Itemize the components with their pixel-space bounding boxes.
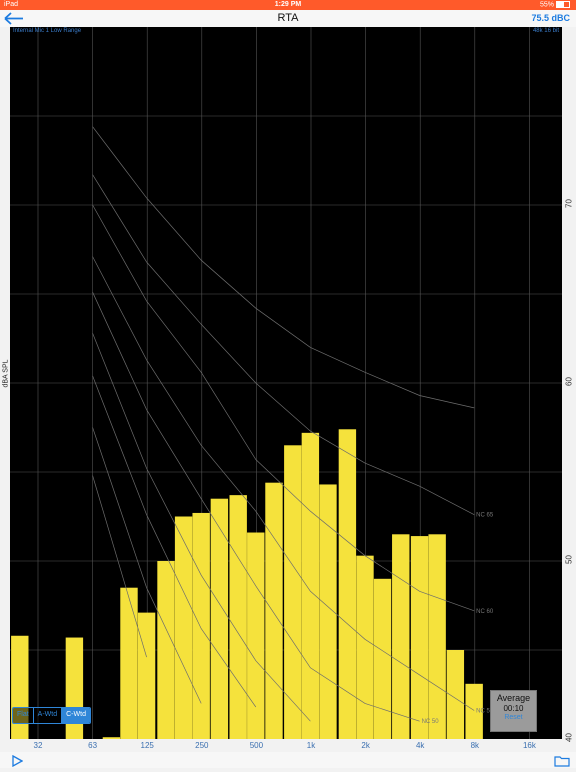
status-bar: iPad 1:29 PM 55% bbox=[0, 0, 576, 10]
weighting-selector[interactable]: Flat A-Wtd C-Wtd bbox=[12, 707, 91, 724]
input-source-label: Internal Mic 1 Low Range bbox=[13, 28, 82, 34]
x-tick-label: 16k bbox=[522, 741, 536, 750]
spectrum-bar bbox=[120, 587, 138, 739]
battery-percent: 55% bbox=[539, 1, 554, 9]
nc-curve-label: NC 60 bbox=[476, 609, 494, 615]
average-reset-button[interactable]: Reset bbox=[491, 714, 536, 721]
weighting-c[interactable]: C-Wtd bbox=[62, 708, 90, 723]
x-tick-label: 500 bbox=[249, 741, 264, 750]
spectrum-bar bbox=[137, 612, 156, 739]
overall-level-readout[interactable]: 75.5 dBC bbox=[531, 13, 570, 23]
average-label: Average bbox=[496, 693, 531, 703]
x-tick-label: 8k bbox=[470, 741, 480, 750]
spectrum-bar bbox=[102, 737, 121, 739]
spectrum-bar bbox=[192, 512, 210, 739]
sample-format-label: 48k 16 bit bbox=[532, 28, 559, 34]
status-time: 1:29 PM bbox=[274, 1, 302, 8]
spectrum-bar bbox=[265, 482, 283, 739]
rta-chart[interactable]: NC 65 NC 60 NC 55 NC 50 Internal Mic 1 Low … bbox=[10, 27, 562, 739]
nc-curve-label: NC 50 bbox=[422, 719, 440, 725]
page-title: RTA bbox=[277, 12, 299, 24]
rta-chart-svg: NC 65NC 60NC 55NC 50 bbox=[10, 27, 562, 739]
navigation-bar: RTA 75.5 dBC bbox=[0, 10, 576, 27]
battery-status: 55% bbox=[540, 1, 570, 8]
spectrum-bar bbox=[301, 432, 320, 739]
spectrum-bar bbox=[210, 498, 229, 739]
x-tick-label: 125 bbox=[140, 741, 154, 750]
average-time: 00:10 bbox=[503, 704, 524, 713]
weighting-a[interactable]: A-Wtd bbox=[33, 708, 63, 723]
x-tick-label: 2k bbox=[361, 741, 370, 750]
spectrum-bar bbox=[373, 578, 392, 739]
spectrum-bar bbox=[338, 429, 357, 739]
spectrum-bar bbox=[428, 534, 446, 739]
spectrum-bar bbox=[410, 536, 429, 739]
spectrum-bar bbox=[356, 555, 374, 739]
x-tick-label: 1k bbox=[306, 741, 316, 750]
nc-curve bbox=[92, 174, 475, 516]
x-tick-label: 63 bbox=[88, 741, 98, 750]
spectrum-bar bbox=[174, 516, 193, 739]
x-tick-label: 32 bbox=[33, 741, 43, 750]
nc-curve bbox=[92, 475, 147, 658]
y-tick-label: 40 bbox=[564, 733, 574, 742]
x-tick-label: 250 bbox=[195, 741, 209, 750]
play-icon bbox=[12, 754, 24, 768]
nc-curve-label: NC 65 bbox=[476, 513, 494, 519]
spectrum-bar bbox=[229, 495, 247, 739]
spectrum-bar bbox=[247, 532, 265, 739]
y-tick-label: 60 bbox=[564, 377, 574, 386]
average-panel[interactable]: Average 00:10 Reset bbox=[490, 690, 537, 732]
battery-icon bbox=[556, 1, 570, 8]
folder-button[interactable] bbox=[554, 754, 570, 772]
y-axis-label: dBA SPL bbox=[2, 359, 10, 388]
weighting-flat[interactable]: Flat bbox=[13, 708, 34, 723]
x-tick-label: 4k bbox=[415, 741, 425, 750]
spectrum-bar bbox=[157, 561, 175, 739]
y-tick-label: 70 bbox=[564, 199, 574, 208]
nc-curve bbox=[92, 126, 475, 409]
bottom-toolbar bbox=[0, 752, 576, 768]
play-button[interactable] bbox=[11, 754, 24, 772]
y-tick-label: 50 bbox=[564, 555, 574, 564]
spectrum-bar bbox=[392, 534, 410, 739]
folder-icon bbox=[554, 756, 570, 767]
